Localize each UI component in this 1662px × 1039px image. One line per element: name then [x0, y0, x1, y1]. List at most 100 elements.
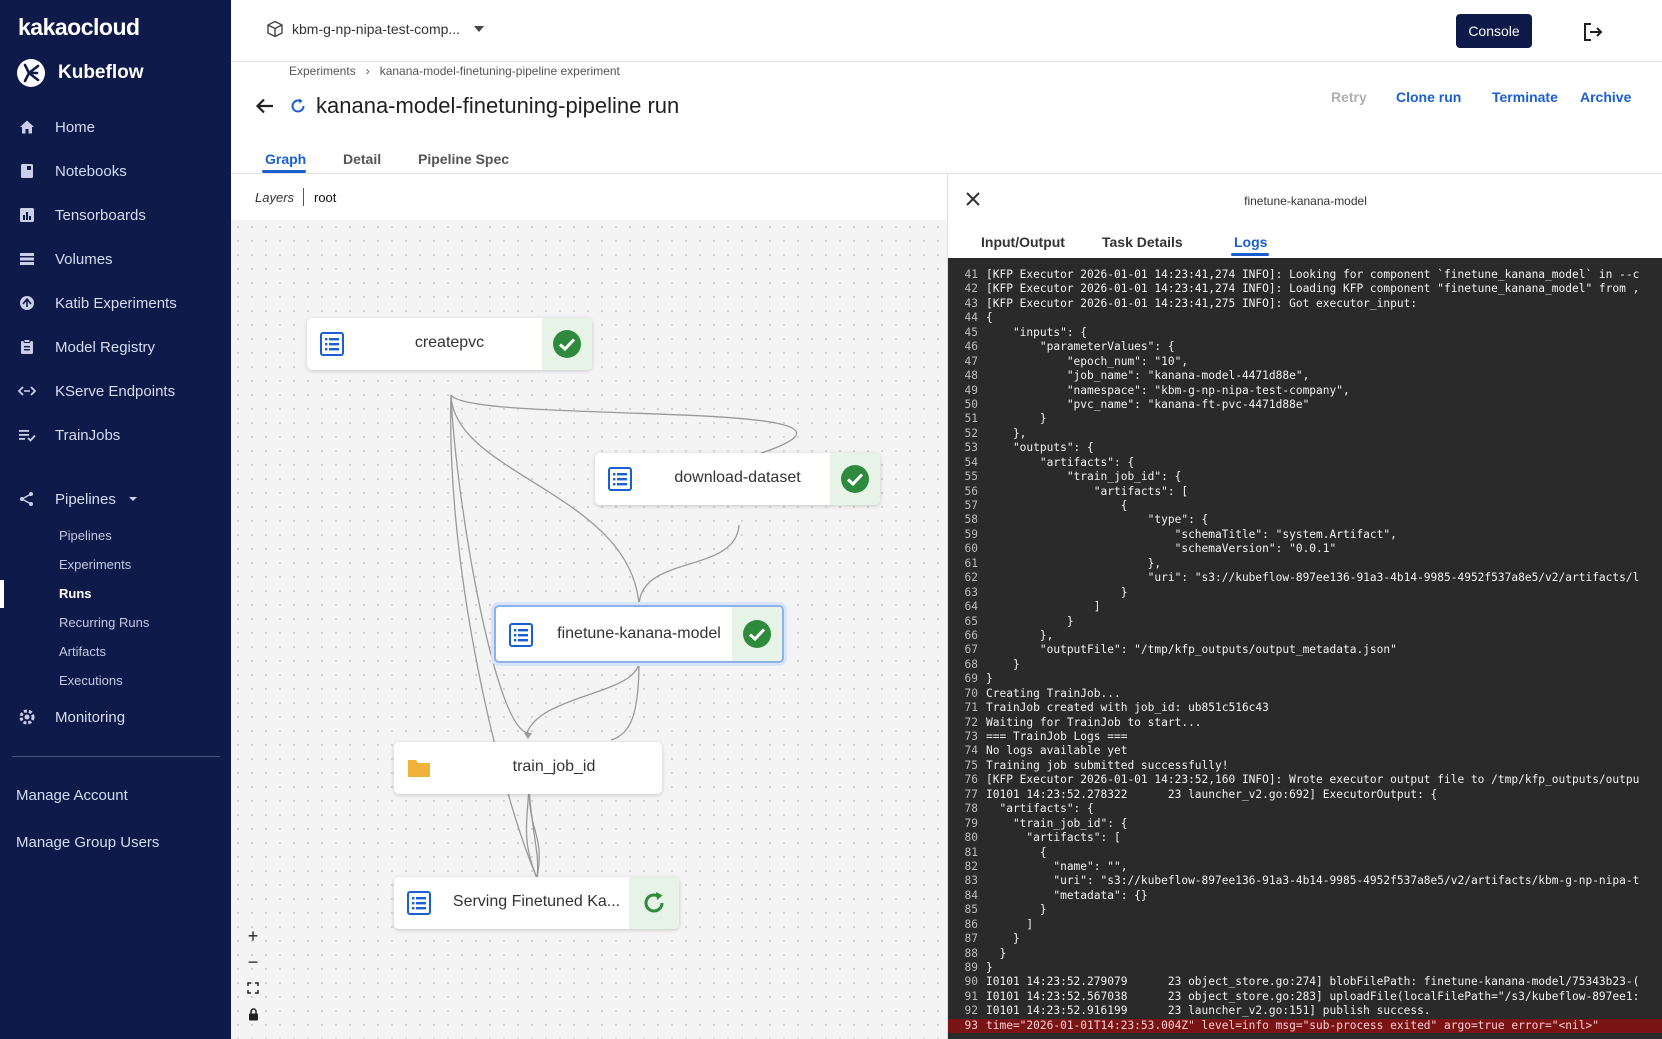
lock-view-button[interactable]	[240, 1002, 266, 1026]
log-line-number: 69	[964, 672, 978, 686]
log-line-number: 83	[964, 874, 978, 888]
tab-input-output[interactable]: Input/Output	[981, 234, 1065, 250]
manage-group-users-link[interactable]: Manage Group Users	[16, 834, 159, 851]
log-line: 58 "type": {	[948, 513, 1662, 527]
tab-detail[interactable]: Detail	[343, 151, 381, 167]
fit-view-button[interactable]	[240, 976, 266, 1000]
log-line-text: }	[986, 412, 1047, 426]
nav-notebooks[interactable]: Notebooks	[0, 155, 231, 187]
folder-icon	[408, 760, 430, 777]
nav-tensorboards-label: Tensorboards	[55, 206, 146, 224]
subnav-recurring-runs[interactable]: Recurring Runs	[59, 615, 149, 630]
panel-title: finetune-kanana-model	[1244, 194, 1367, 208]
nav-trainjobs[interactable]: TrainJobs	[0, 419, 231, 451]
log-line-number: 48	[964, 369, 978, 383]
zoom-out-button[interactable]: −	[240, 950, 266, 974]
graph-node-train-job-id[interactable]: train_job_id	[394, 742, 662, 794]
nav-tensorboards[interactable]: Tensorboards	[0, 199, 231, 231]
tab-graph[interactable]: Graph	[265, 151, 306, 167]
breadcrumb-experiments[interactable]: Experiments	[289, 64, 356, 78]
log-line-number: 53	[964, 441, 978, 455]
log-line: 44 {	[948, 311, 1662, 325]
log-line-number: 77	[964, 787, 978, 801]
pipeline-icon	[18, 490, 36, 508]
nav-katib-experiments[interactable]: Katib Experiments	[0, 287, 231, 319]
log-line-text: "uri": "s3://kubeflow-897ee136-91a3-4b14…	[986, 874, 1640, 888]
nav-pipelines[interactable]: Pipelines	[0, 483, 231, 515]
nav-volumes-label: Volumes	[55, 250, 113, 268]
log-line-text: "inputs": {	[986, 325, 1088, 339]
execution-list-icon	[509, 623, 533, 647]
log-line: 68 }	[948, 658, 1662, 672]
log-line-number: 76	[964, 773, 978, 787]
log-line-text: "artifacts": {	[986, 802, 1094, 816]
log-line-text: },	[986, 556, 1162, 570]
log-line-number: 62	[964, 571, 978, 585]
fit-view-icon	[247, 982, 259, 994]
nav-home[interactable]: Home	[0, 111, 231, 143]
log-line: 60 "schemaVersion": "0.0.1"	[948, 542, 1662, 556]
tab-logs[interactable]: Logs	[1234, 234, 1267, 250]
nav-volumes[interactable]: Volumes	[0, 243, 231, 275]
nav-monitoring[interactable]: Monitoring	[0, 701, 231, 733]
log-line-text: Creating TrainJob...	[986, 686, 1121, 700]
subnav-artifacts[interactable]: Artifacts	[59, 644, 106, 659]
log-line-number: 79	[964, 816, 978, 830]
log-line: 74 No logs available yet	[948, 744, 1662, 758]
log-line-text: "parameterValues": {	[986, 340, 1175, 354]
graph-node-serving-finetuned[interactable]: Serving Finetuned Ka...	[394, 877, 679, 929]
log-line-number: 57	[964, 499, 978, 512]
terminate-button[interactable]: Terminate	[1492, 89, 1558, 105]
graph-node-finetune-kanana-model[interactable]: finetune-kanana-model	[494, 605, 784, 663]
log-line-text: "artifacts": [	[986, 831, 1121, 845]
log-line-number: 73	[964, 730, 978, 743]
manage-account-link[interactable]: Manage Account	[16, 787, 128, 804]
subnav-executions[interactable]: Executions	[59, 673, 123, 688]
graph-node-download-dataset[interactable]: download-dataset	[595, 453, 880, 505]
nav-home-label: Home	[55, 118, 96, 136]
log-line: 79 "train_job_id": {	[948, 817, 1662, 831]
namespace-selector[interactable]: kbm-g-np-nipa-test-comp...	[266, 20, 485, 38]
tab-pipeline-spec[interactable]: Pipeline Spec	[418, 151, 509, 167]
graph-canvas[interactable]: Layers root createpvc download-dataset f…	[231, 174, 947, 1039]
log-line-number: 46	[964, 340, 978, 354]
log-line-text: "namespace": "kbm-g-np-nipa-test-company…	[986, 383, 1350, 397]
log-line-text: [KFP Executor 2026-01-01 14:23:52,160 IN…	[986, 773, 1640, 787]
log-line: 84 "metadata": {}	[948, 889, 1662, 903]
log-line: 63 }	[948, 586, 1662, 600]
subnav-runs[interactable]: Runs	[59, 586, 92, 601]
sidebar-divider	[12, 756, 220, 757]
subnav-experiments[interactable]: Experiments	[59, 557, 131, 572]
log-line: 91 I0101 14:23:52.567038 23 object_store.…	[948, 990, 1662, 1004]
nav-model-registry[interactable]: Model Registry	[0, 331, 231, 363]
breadcrumb-experiment[interactable]: kanana-model-finetuning-pipeline experim…	[380, 64, 620, 78]
log-line: 86 ]	[948, 918, 1662, 932]
log-line-number: 65	[964, 614, 978, 628]
kakaocloud-logo[interactable]: kakaocloud	[18, 14, 140, 41]
subnav-pipelines[interactable]: Pipelines	[59, 528, 112, 543]
nav-kserve-endpoints[interactable]: KServe Endpoints	[0, 375, 231, 407]
tab-task-details[interactable]: Task Details	[1102, 234, 1183, 250]
node-label: train_job_id	[512, 758, 596, 775]
log-viewer[interactable]: 41 [KFP Executor 2026-01-01 14:23:41,274 …	[948, 258, 1662, 1039]
log-line: 48 "job_name": "kanana-model-4471d88e",	[948, 369, 1662, 383]
log-line: 52 },	[948, 427, 1662, 441]
log-line-number: 91	[964, 989, 978, 1003]
console-button[interactable]: Console	[1456, 14, 1532, 48]
panel-tab-underline	[1231, 253, 1269, 256]
graph-node-createpvc[interactable]: createpvc	[307, 318, 592, 370]
chevron-down-icon	[474, 26, 485, 32]
retry-button[interactable]: Retry	[1331, 89, 1367, 105]
kubeflow-brand[interactable]: Kubeflow	[16, 58, 144, 88]
log-line: 51 }	[948, 412, 1662, 426]
zoom-in-button[interactable]: +	[240, 924, 266, 948]
topbar: kbm-g-np-nipa-test-comp... Console	[231, 0, 1662, 62]
logout-icon[interactable]	[1581, 20, 1605, 44]
back-arrow-icon[interactable]	[254, 95, 276, 117]
log-line-number: 74	[964, 744, 978, 758]
archive-button[interactable]: Archive	[1580, 89, 1631, 105]
nav-katib-label: Katib Experiments	[55, 294, 177, 312]
log-line-number: 72	[964, 715, 978, 729]
clone-run-button[interactable]: Clone run	[1396, 89, 1461, 105]
